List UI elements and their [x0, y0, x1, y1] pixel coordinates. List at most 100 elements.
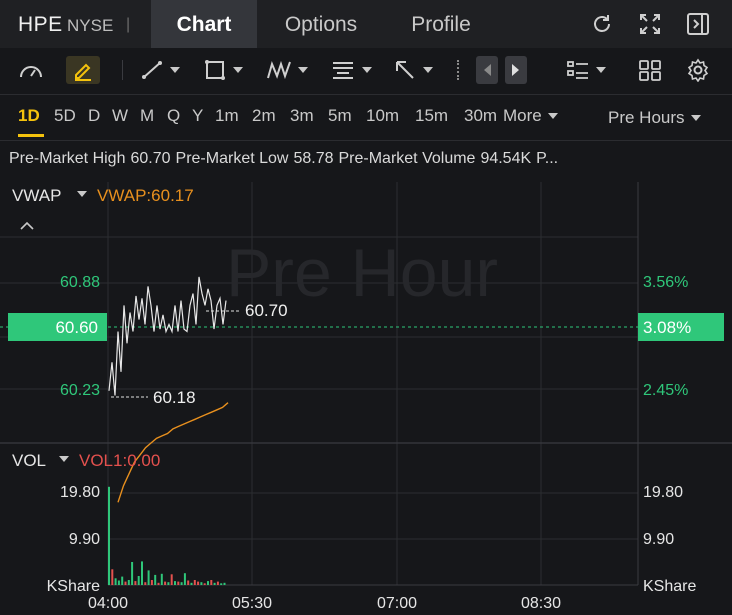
period-5d[interactable]: 5D — [54, 106, 76, 126]
collapse-panel-icon[interactable] — [686, 12, 710, 36]
pattern-tool-icon[interactable] — [266, 56, 308, 84]
volume-bar — [207, 581, 209, 585]
premarket-low-value: 58.78 — [293, 150, 334, 167]
scroll-right-icon[interactable] — [505, 56, 527, 84]
toolbar-grip — [457, 60, 461, 80]
vol-indicator-value: VOL1:0.00 — [79, 451, 160, 470]
chevron-down-icon[interactable] — [59, 456, 69, 462]
volume-bar — [114, 578, 117, 585]
volume-bar — [180, 582, 183, 585]
settings-icon[interactable] — [686, 56, 710, 84]
period-2m[interactable]: 2m — [252, 106, 276, 126]
period-1m[interactable]: 1m — [215, 106, 239, 126]
period-q[interactable]: Q — [167, 106, 180, 126]
arrow-tool-icon[interactable] — [393, 56, 433, 84]
volume-bar — [134, 581, 137, 585]
chevron-down-icon — [547, 113, 558, 119]
fullscreen-icon[interactable] — [638, 12, 662, 36]
premarket-volume-label: Pre-Market Volume — [338, 150, 476, 167]
volume-bar — [131, 562, 134, 585]
text-tool-icon[interactable] — [330, 56, 372, 84]
price-line — [108, 276, 227, 396]
list-layout-icon[interactable] — [566, 56, 606, 84]
volume-bar — [197, 581, 200, 585]
volume-bar — [108, 486, 110, 585]
volume-bar — [137, 576, 140, 585]
premarket-high-value: 60.70 — [130, 150, 171, 167]
vol-indicator-name[interactable]: VOL — [12, 451, 46, 470]
period-w[interactable]: W — [112, 106, 128, 126]
volume-bar — [127, 580, 130, 585]
volume-bar — [170, 574, 173, 585]
chevron-up-icon[interactable] — [20, 221, 34, 230]
session-label: Pre Hours — [608, 108, 685, 127]
period-15m[interactable]: 15m — [415, 106, 448, 126]
vol-axis-left-unit: KShare — [47, 578, 100, 595]
speedometer-icon[interactable] — [18, 56, 44, 84]
volume-bar — [147, 570, 150, 585]
grid-layout-icon[interactable] — [638, 56, 662, 84]
volume-bar — [154, 574, 157, 585]
info-truncated: P... — [536, 150, 559, 167]
volume-bar — [223, 582, 226, 585]
volume-bar — [121, 576, 124, 585]
chevron-down-icon — [690, 115, 701, 121]
tab-chart[interactable]: Chart — [151, 0, 257, 48]
vol-axis-right-tick: 9.90 — [643, 531, 674, 548]
price-chart[interactable]: Pre Hour VWAP VWAP:60.17 60.88 60.23 3.5… — [0, 170, 732, 615]
x-axis-tick: 08:30 — [521, 595, 561, 612]
volume-bar — [177, 581, 180, 585]
period-m[interactable]: M — [140, 106, 154, 126]
more-periods-label: More — [503, 106, 542, 125]
chevron-down-icon[interactable] — [77, 191, 87, 197]
volume-bar — [144, 582, 147, 585]
volume-bar — [160, 573, 163, 585]
period-y[interactable]: Y — [192, 106, 203, 126]
line-tool-icon[interactable] — [140, 56, 180, 84]
current-change-value: 3.08% — [643, 318, 691, 337]
period-30m[interactable]: 30m — [464, 106, 497, 126]
premarket-volume-value: 94.54K — [480, 150, 532, 167]
session-dropdown[interactable]: Pre Hours — [608, 108, 701, 128]
volume-bar — [210, 580, 213, 585]
volume-bar — [183, 573, 186, 585]
y-axis-right-tick: 2.45% — [643, 382, 688, 399]
volume-bar — [174, 581, 176, 585]
current-price-value: 60.60 — [55, 318, 98, 337]
volume-bar — [190, 582, 193, 585]
scroll-left-icon[interactable] — [476, 56, 498, 84]
y-axis-right-tick: 3.56% — [643, 274, 688, 291]
volume-bar — [157, 582, 160, 585]
premarket-high-label: Pre-Market High — [9, 150, 126, 167]
volume-bar — [117, 580, 120, 585]
volume-bar — [124, 581, 127, 585]
volume-bar — [220, 583, 223, 585]
x-axis-tick: 04:00 — [88, 595, 128, 612]
ticker-symbol: HPE — [18, 13, 63, 36]
high-marker-label: 60.70 — [245, 301, 288, 320]
premarket-info: Pre-Market High 60.70 Pre-Market Low 58.78 P… — [9, 150, 563, 168]
volume-bar — [200, 582, 203, 585]
vwap-indicator-name[interactable]: VWAP — [12, 186, 61, 205]
exchange-label: NYSE — [67, 16, 114, 35]
price-series — [108, 276, 227, 396]
period-d[interactable]: D — [88, 106, 100, 126]
pencil-icon[interactable] — [66, 56, 100, 84]
rectangle-tool-icon[interactable] — [203, 56, 243, 84]
volume-bar — [150, 580, 153, 585]
vol-axis-right-tick: 19.80 — [643, 484, 683, 501]
period-10m[interactable]: 10m — [366, 106, 399, 126]
tab-profile[interactable]: Profile — [395, 0, 487, 48]
volume-bar — [164, 581, 167, 585]
tab-options[interactable]: Options — [265, 0, 377, 48]
period-1d[interactable]: 1D — [18, 106, 40, 126]
volume-bar — [141, 561, 143, 585]
period-3m[interactable]: 3m — [290, 106, 314, 126]
volume-bar — [203, 583, 206, 585]
more-periods-dropdown[interactable]: More — [503, 106, 558, 126]
toolbar-divider — [122, 60, 123, 80]
period-5m[interactable]: 5m — [328, 106, 352, 126]
volume-bar — [167, 582, 170, 585]
volume-bar — [213, 582, 216, 585]
refresh-icon[interactable] — [590, 12, 614, 36]
